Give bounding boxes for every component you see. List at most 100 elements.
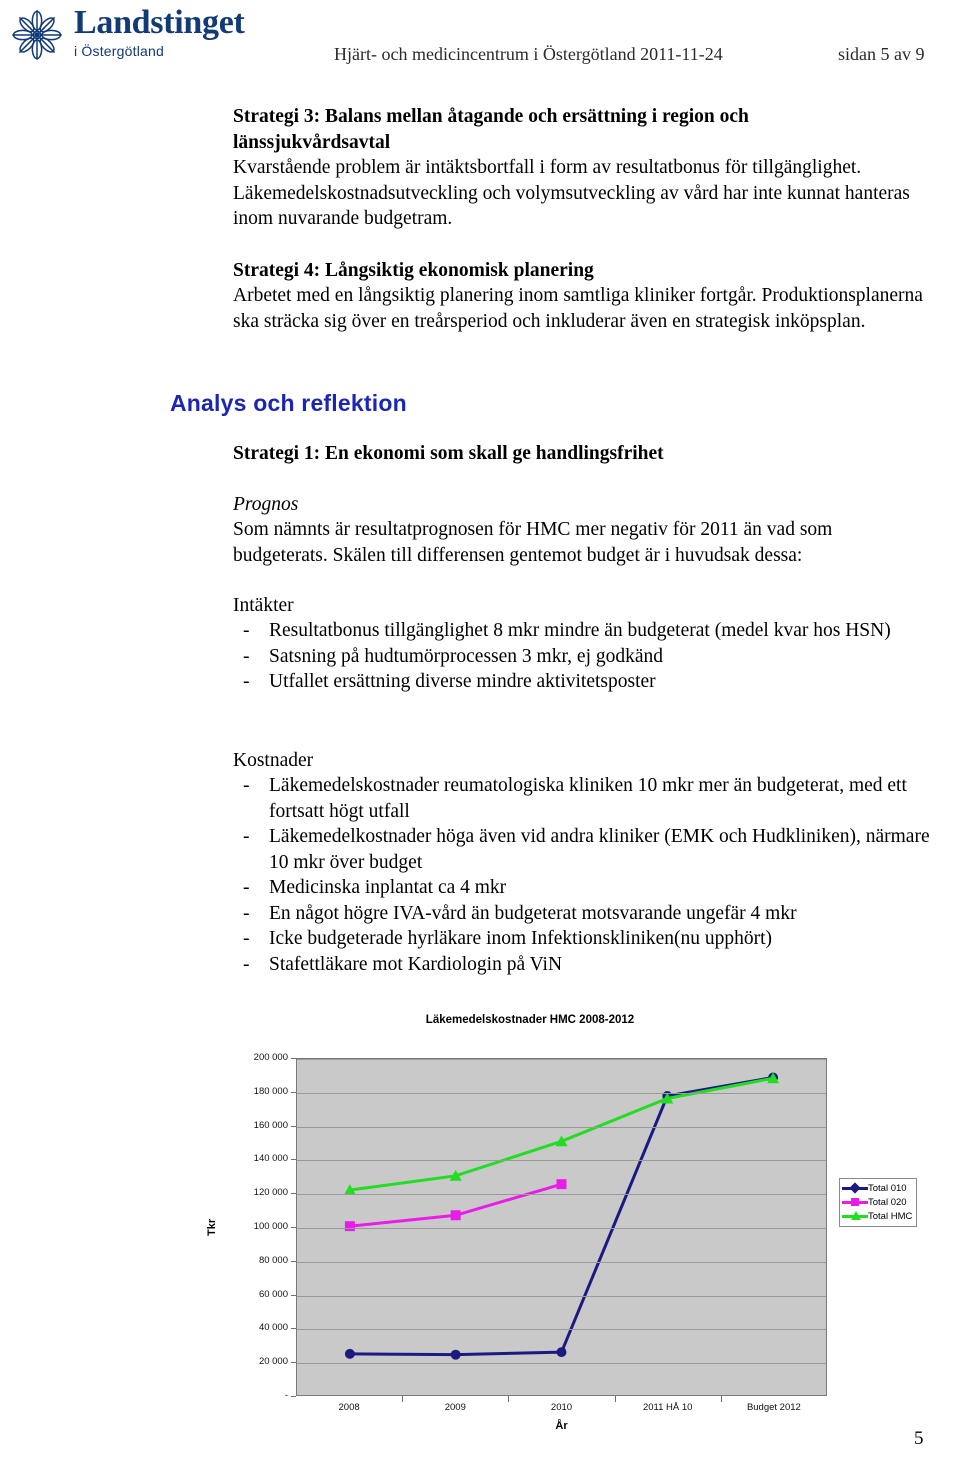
chart-y-tick-label: 40 000 bbox=[258, 1322, 288, 1334]
chart-x-tick-label: 2009 bbox=[444, 1402, 466, 1413]
analys-och-reflektion-heading: Analys och reflektion bbox=[170, 390, 407, 416]
list-item: - Resultatbonus tillgänglighet 8 mkr min… bbox=[233, 618, 945, 644]
strategi-3-heading: Strategi 3: Balans mellan åtagande och e… bbox=[233, 106, 749, 153]
chart-x-tick bbox=[508, 1396, 510, 1402]
bullet-dash: - bbox=[243, 826, 250, 847]
chart-x-axis-label: År bbox=[555, 1420, 568, 1432]
list-item-text: Läkemedelkostnader höga även vid andra k… bbox=[269, 826, 930, 873]
strategi-4-heading: Strategi 4: Långsiktig ekonomisk planeri… bbox=[233, 260, 594, 281]
logo-title: Landstinget bbox=[74, 4, 245, 41]
bullet-dash: - bbox=[243, 775, 250, 796]
kostnader-heading: Kostnader bbox=[233, 750, 314, 771]
chart-y-tick-label: 200 000 bbox=[253, 1052, 288, 1063]
chart-x-tick-label: 2011 HÅ 10 bbox=[642, 1402, 693, 1413]
footer-page-number: 5 bbox=[914, 1428, 924, 1449]
bullet-dash: - bbox=[243, 877, 250, 898]
chart-gridline bbox=[297, 1363, 826, 1365]
strategi-3-text: Kvarstående problem är intäktsbortfall i… bbox=[233, 157, 910, 229]
chart-gridline bbox=[297, 1059, 826, 1060]
list-item: - Satsning på hudtumörprocessen 3 mkr, e… bbox=[233, 644, 945, 670]
landstinget-logo: Landstinget i Östergötland bbox=[6, 4, 245, 66]
chart-gridline bbox=[297, 1261, 826, 1263]
chart-y-tick-label: 160 000 bbox=[253, 1119, 288, 1131]
list-item-text: En något högre IVA-vård än budgeterat mo… bbox=[269, 902, 797, 924]
chart-gridline bbox=[297, 1194, 826, 1196]
page-header: Landstinget i Östergötland Hjärt- och me… bbox=[0, 0, 960, 92]
list-item: - Icke budgeterade hyrläkare inom Infekt… bbox=[233, 926, 945, 952]
chart-legend: Total 010 Total 020 Total HMC bbox=[839, 1178, 918, 1227]
chart-x-tick-label: Budget 2012 bbox=[746, 1402, 801, 1413]
document-header-title: Hjärt- och medicincentrum i Östergötland… bbox=[334, 44, 723, 64]
list-item-text: Stafettläkare mot Kardiologin på ViN bbox=[269, 953, 563, 975]
list-item: - Läkemedelkostnader höga även vid andra… bbox=[233, 824, 945, 875]
chart-series-svg bbox=[343, 1072, 780, 1360]
bullet-dash: - bbox=[243, 645, 250, 667]
list-item: - En något högre IVA-vård än budgeterat … bbox=[233, 901, 945, 927]
bullet-dash: - bbox=[243, 671, 250, 692]
chart-y-tick-label: 120 000 bbox=[253, 1187, 288, 1199]
list-item-text: Resultatbonus tillgänglighet 8 mkr mindr… bbox=[269, 620, 891, 641]
list-item-text: Utfallet ersättning diverse mindre aktiv… bbox=[269, 671, 656, 692]
chart-data-point bbox=[556, 1347, 567, 1358]
prognos-text: Som nämnts är resultatprognosen för HMC … bbox=[233, 519, 833, 566]
chart-y-axis-label: Tkr bbox=[206, 1218, 218, 1236]
chart-y-tick bbox=[291, 1125, 296, 1127]
bullet-dash: - bbox=[243, 953, 250, 975]
list-item: - Medicinska inplantat ca 4 mkr bbox=[233, 875, 945, 901]
snowflake-logo-icon bbox=[12, 10, 62, 60]
chart-gridline bbox=[297, 1160, 826, 1162]
chart-y-tick bbox=[291, 1193, 296, 1195]
chart-x-tick bbox=[614, 1396, 616, 1402]
legend-key-icon bbox=[842, 1210, 868, 1222]
legend-item: Total HMC bbox=[842, 1209, 912, 1223]
legend-item: Total 010 bbox=[842, 1181, 912, 1195]
header-page-indicator: sidan 5 av 9 bbox=[838, 44, 925, 64]
chart-x-tick-label: 2010 bbox=[550, 1402, 573, 1413]
list-item-text: Medicinska inplantat ca 4 mkr bbox=[269, 877, 507, 898]
lakemedelskostnader-chart: Läkemedelskostnader HMC 2008-2012 Tkr - 2… bbox=[200, 1008, 960, 1456]
chart-y-tick bbox=[291, 1091, 296, 1093]
list-item-text: Satsning på hudtumörprocessen 3 mkr, ej … bbox=[269, 645, 664, 667]
list-item-text: Läkemedelskostnader reumatologiska klini… bbox=[269, 775, 907, 822]
chart-y-tick-label: 20 000 bbox=[258, 1356, 288, 1368]
legend-label: Total 010 bbox=[868, 1182, 907, 1194]
chart-y-tick bbox=[291, 1159, 296, 1161]
chart-title: Läkemedelskostnader HMC 2008-2012 bbox=[425, 1014, 635, 1026]
chart-y-tick bbox=[291, 1294, 296, 1296]
chart-gridline bbox=[297, 1295, 826, 1297]
list-item: - Stafettläkare mot Kardiologin på ViN bbox=[233, 952, 945, 978]
chart-series-line bbox=[350, 1077, 773, 1354]
chart-y-tick bbox=[291, 1058, 296, 1059]
chart-y-tick bbox=[291, 1227, 296, 1228]
chart-data-point bbox=[450, 1349, 461, 1360]
legend-key-icon bbox=[842, 1196, 868, 1208]
strategi-1-heading: Strategi 1: En ekonomi som skall ge hand… bbox=[233, 443, 664, 464]
intakter-list: - Resultatbonus tillgänglighet 8 mkr min… bbox=[233, 618, 945, 695]
chart-data-point bbox=[344, 1221, 355, 1232]
chart-gridline bbox=[297, 1092, 826, 1094]
chart-gridline bbox=[297, 1126, 826, 1128]
chart-x-tick bbox=[402, 1396, 404, 1402]
chart-y-tick bbox=[291, 1396, 296, 1397]
chart-data-point bbox=[344, 1348, 355, 1359]
list-item: - Utfallet ersättning diverse mindre akt… bbox=[233, 669, 945, 695]
logo-subtitle: i Östergötland bbox=[74, 43, 164, 59]
chart-gridline bbox=[297, 1329, 826, 1331]
chart-y-tick-label: 180 000 bbox=[253, 1085, 288, 1097]
chart-data-point bbox=[450, 1210, 461, 1221]
chart-x-tick-label: 2008 bbox=[338, 1402, 360, 1413]
list-item: - Läkemedelskostnader reumatologiska kli… bbox=[233, 773, 945, 824]
chart-y-tick-label: 60 000 bbox=[258, 1288, 288, 1300]
bullet-dash: - bbox=[243, 902, 250, 924]
chart-y-tick bbox=[291, 1260, 296, 1262]
chart-series-line bbox=[350, 1078, 773, 1190]
legend-item: Total 020 bbox=[842, 1195, 912, 1209]
chart-y-tick-label: - bbox=[284, 1390, 288, 1401]
legend-key-icon bbox=[842, 1182, 868, 1194]
chart-y-tick bbox=[291, 1362, 296, 1364]
prognos-subheading: Prognos bbox=[233, 494, 299, 515]
chart-x-tick bbox=[720, 1396, 722, 1402]
chart-y-tick-label: 140 000 bbox=[253, 1153, 288, 1165]
chart-y-tick-label: 100 000 bbox=[253, 1221, 288, 1232]
chart-gridline bbox=[297, 1228, 826, 1229]
